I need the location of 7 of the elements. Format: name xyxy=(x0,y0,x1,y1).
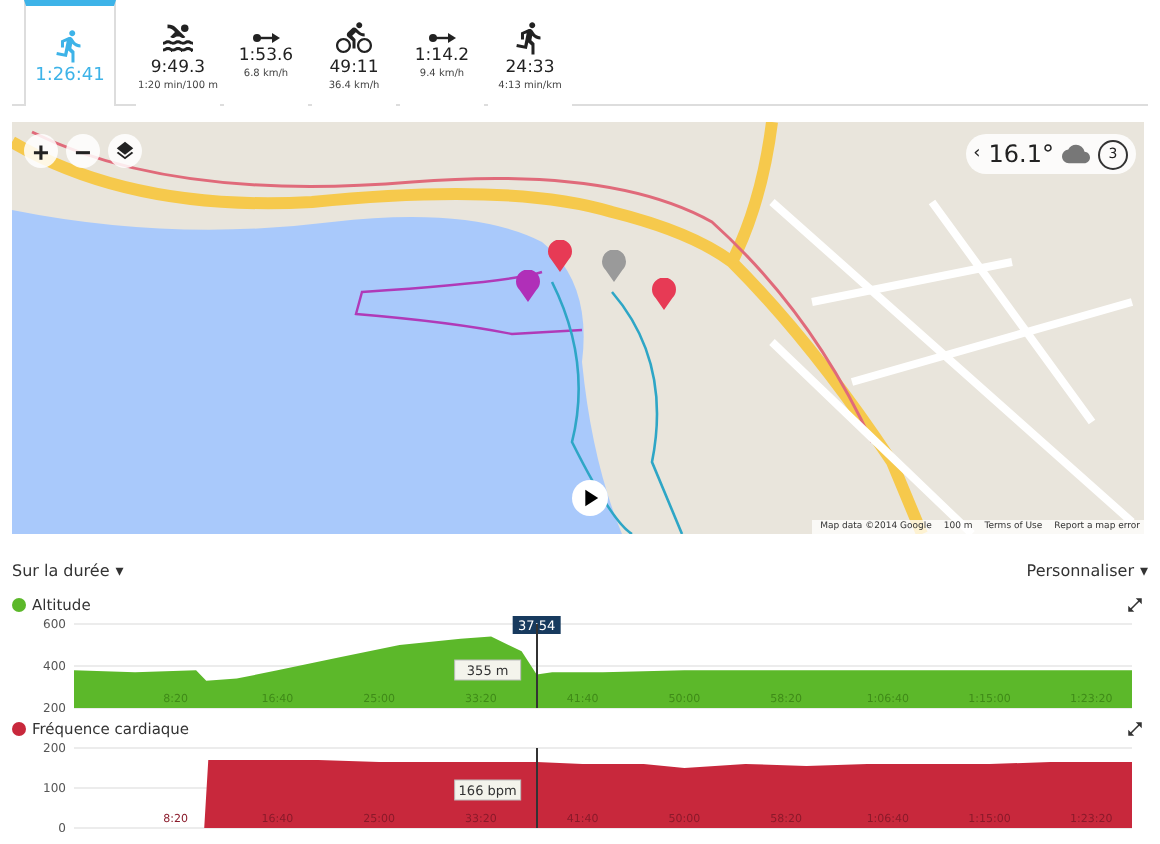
segment-time: 1:53.6 xyxy=(238,46,294,66)
temperature: 16.1° xyxy=(988,140,1054,168)
segment-time: 1:14.2 xyxy=(414,46,470,66)
segment-time: 1:26:41 xyxy=(35,65,105,85)
segment-time: 9:49.3 xyxy=(150,58,206,78)
segment-time: 24:33 xyxy=(505,58,555,78)
segment-time: 49:11 xyxy=(329,58,379,78)
